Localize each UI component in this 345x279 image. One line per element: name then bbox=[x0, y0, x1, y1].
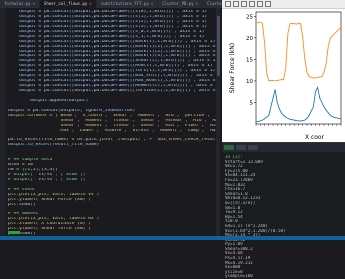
clear-button[interactable] bbox=[248, 145, 258, 150]
close-icon[interactable]: × bbox=[151, 1, 153, 6]
line-gutter bbox=[0, 8, 6, 236]
close-icon[interactable]: × bbox=[196, 1, 198, 6]
run-button[interactable] bbox=[224, 145, 234, 150]
y-tick-label: 10 bbox=[246, 79, 253, 85]
y-tick-label: 20 bbox=[246, 36, 253, 42]
code-line: output = pd.concat([output,pd.DataFrame(… bbox=[8, 89, 216, 93]
run-indicator bbox=[8, 231, 20, 234]
tab-label: substitutions_FFT.py bbox=[100, 1, 149, 6]
console-output: In [2]: Vstart=1.13.089 Vm=1.72 Fy=275.00 V… bbox=[225, 155, 343, 279]
x-axis-label: X coor bbox=[305, 134, 325, 141]
tab-2[interactable]: substitutions_FFT.py × bbox=[97, 0, 159, 8]
close-icon[interactable]: × bbox=[89, 1, 91, 6]
save-icon[interactable] bbox=[265, 1, 271, 7]
code-editor[interactable]: output = pd.concat([output,pd.DataFrame(… bbox=[8, 10, 216, 236]
stop-button[interactable] bbox=[236, 145, 246, 150]
status-bar bbox=[0, 236, 345, 240]
y-tick-label: 25 bbox=[246, 14, 253, 20]
tab-label: Cluster_PB.py bbox=[162, 1, 194, 6]
editor-scrollbar[interactable] bbox=[216, 8, 220, 236]
tab-0[interactable]: formulas.py × bbox=[0, 0, 40, 8]
y-axis-label: Shear Force (kN) bbox=[229, 43, 236, 93]
shear-force-chart: 5 10 15 20 25 Shear Force (kN) X coor bbox=[229, 11, 342, 141]
tab-3[interactable]: Cluster_PB.py × bbox=[158, 0, 204, 8]
y-tick-label: 15 bbox=[246, 57, 253, 63]
figure-window: 5 10 15 20 25 Shear Force (kN) X coor bbox=[222, 0, 345, 142]
pan-icon[interactable] bbox=[249, 1, 255, 7]
tab-label: Sheer_cal_flows.py bbox=[43, 1, 88, 6]
tab-label: formulas.py bbox=[4, 1, 31, 6]
back-icon[interactable] bbox=[233, 1, 239, 7]
plot-area bbox=[255, 11, 342, 125]
tab-1[interactable]: Sheer_cal_flows.py × bbox=[39, 0, 97, 8]
editor-scrollbar-thumb[interactable] bbox=[216, 16, 220, 76]
console-header bbox=[222, 143, 345, 152]
close-icon[interactable]: × bbox=[33, 1, 35, 6]
forward-icon[interactable] bbox=[241, 1, 247, 7]
home-icon[interactable] bbox=[225, 1, 231, 7]
zoom-icon[interactable] bbox=[257, 1, 263, 7]
y-tick-label: 5 bbox=[250, 100, 254, 106]
code-line: 'Max', 'Lower', 'Middle', 'Stress', 'Mom… bbox=[8, 128, 216, 133]
ipython-console[interactable]: In [2]: Vstart=1.13.089 Vm=1.72 Fy=275.00 V… bbox=[222, 142, 345, 278]
console-line: ysample=100 bbox=[225, 274, 253, 279]
